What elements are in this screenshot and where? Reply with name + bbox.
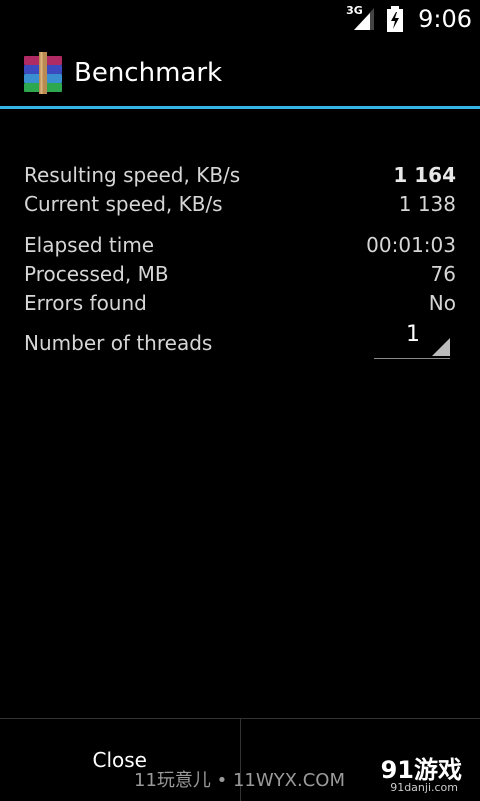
network-type: 3G xyxy=(346,4,363,17)
benchmark-stats: Resulting speed, KB/s 1 164 Current spee… xyxy=(24,160,456,363)
processed-label: Processed, MB xyxy=(24,262,169,286)
winrar-books-icon xyxy=(22,52,64,94)
errors-row: Errors found No xyxy=(24,288,456,317)
elapsed-time-row: Elapsed time 00:01:03 xyxy=(24,230,456,259)
spinner-triangle-icon xyxy=(432,338,450,356)
signal-icon: 3G xyxy=(350,6,376,32)
clock: 9:06 xyxy=(418,5,472,33)
page-title: Benchmark xyxy=(74,58,222,88)
threads-row: Number of threads 1 xyxy=(24,323,456,363)
status-bar: 3G 9:06 xyxy=(0,0,480,38)
threads-spinner[interactable]: 1 xyxy=(374,328,450,359)
current-speed-value: 1 138 xyxy=(399,192,456,216)
threads-spinner-value: 1 xyxy=(406,322,420,347)
threads-label: Number of threads xyxy=(24,331,212,355)
action-bar: Benchmark xyxy=(0,38,480,109)
watermark-91-logo: 91游戏 xyxy=(381,750,462,785)
resulting-speed-label: Resulting speed, KB/s xyxy=(24,163,240,187)
errors-label: Errors found xyxy=(24,291,147,315)
resulting-speed-row: Resulting speed, KB/s 1 164 xyxy=(24,160,456,189)
elapsed-time-label: Elapsed time xyxy=(24,233,154,257)
watermark-91-url: 91danji.com xyxy=(390,781,458,794)
processed-row: Processed, MB 76 xyxy=(24,259,456,288)
current-speed-label: Current speed, KB/s xyxy=(24,192,223,216)
current-speed-row: Current speed, KB/s 1 138 xyxy=(24,189,456,218)
battery-icon xyxy=(386,6,404,32)
watermark-11wyx: 11玩意儿 • 11WYX.COM xyxy=(134,766,345,792)
status-icons: 3G 9:06 xyxy=(350,4,472,34)
processed-value: 76 xyxy=(431,262,456,286)
errors-value: No xyxy=(429,291,456,315)
resulting-speed-value: 1 164 xyxy=(393,163,456,187)
elapsed-time-value: 00:01:03 xyxy=(366,233,456,257)
